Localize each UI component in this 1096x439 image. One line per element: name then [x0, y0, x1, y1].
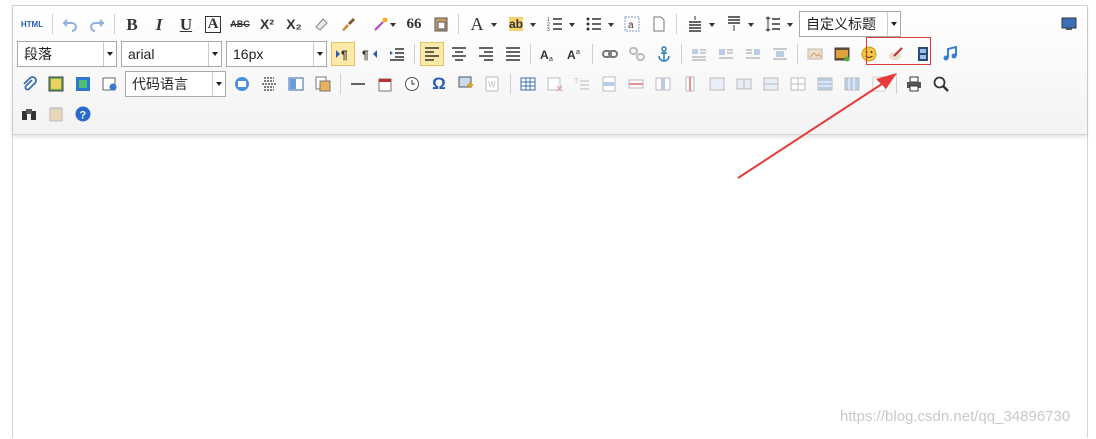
- annotation-arrow: [737, 73, 897, 179]
- watermark-text: https://blog.csdn.net/qq_34896730: [840, 408, 1071, 425]
